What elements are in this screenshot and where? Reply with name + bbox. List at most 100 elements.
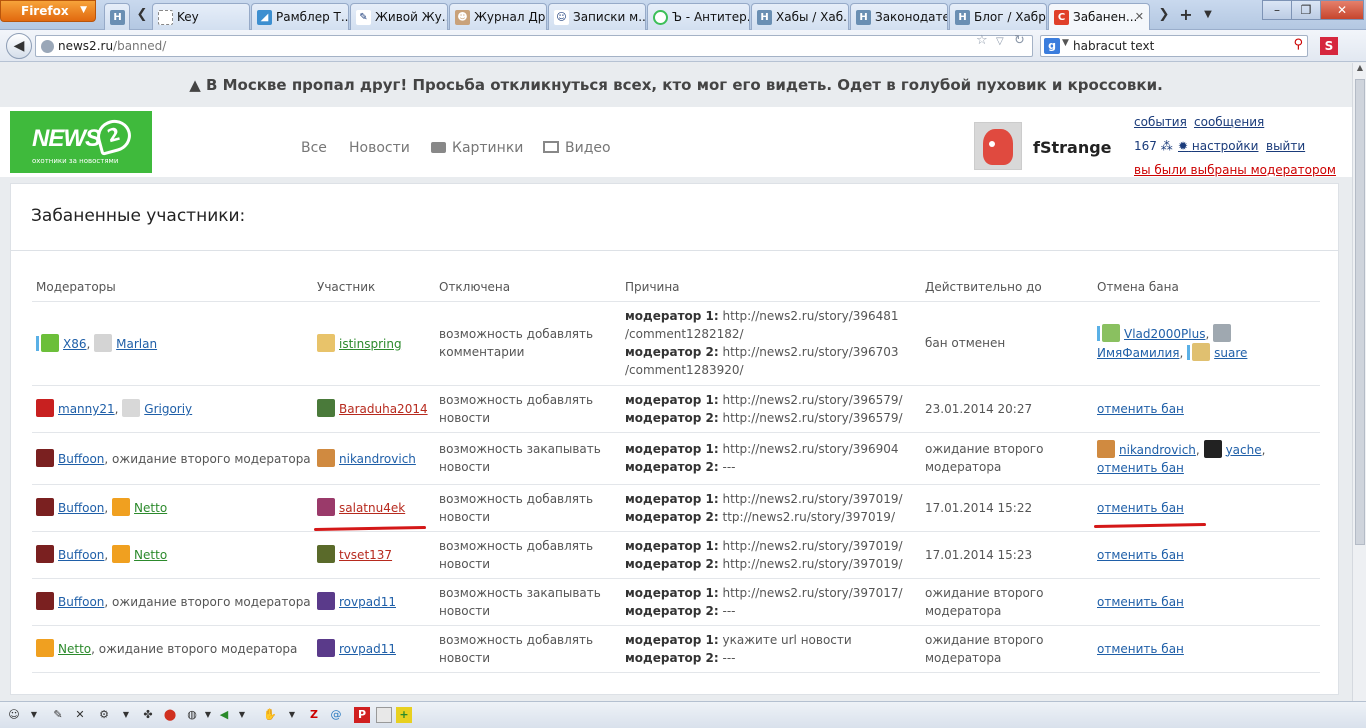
volume-icon[interactable]: ◀ — [216, 707, 232, 723]
smiley-icon[interactable]: ☺ — [6, 707, 22, 723]
reason-url: /comment1283920/ — [625, 363, 744, 377]
close-window-button[interactable]: ✕ — [1320, 0, 1364, 20]
user-link[interactable]: Baraduha2014 — [339, 402, 428, 416]
moderators-cell: Buffoon, ожидание второго модератора — [32, 578, 313, 626]
unban-button[interactable]: отменить бан — [1097, 548, 1184, 562]
google-icon[interactable]: g — [1044, 38, 1060, 54]
extension-s-icon[interactable]: S — [1320, 37, 1338, 55]
tab-scroll-left-button[interactable]: ❮ — [131, 4, 153, 26]
tab-habr-law[interactable]: H Законодате... — [850, 3, 948, 30]
messages-link[interactable]: сообщения — [1194, 115, 1264, 129]
moderator-link[interactable]: Netto — [134, 548, 167, 562]
site-logo[interactable]: NEWS 2 охотники за новостями — [10, 111, 152, 173]
tab-key[interactable]: Key — [152, 3, 250, 30]
tab-habr-hubs[interactable]: H Хабы / Хаб... — [751, 3, 849, 30]
logout-link[interactable]: выйти — [1266, 139, 1305, 153]
tab-habr-blog[interactable]: H Блог / Хабр... — [949, 3, 1047, 30]
chevron-down-icon[interactable]: ▼ — [234, 707, 250, 723]
tab-livejournal[interactable]: ✎ Живой Жу... — [350, 3, 448, 30]
tab-habr-pinned[interactable]: H — [104, 3, 130, 30]
close-icon[interactable]: ✕ — [72, 707, 88, 723]
chevron-down-icon[interactable]: ▼ — [284, 707, 300, 723]
user-link[interactable]: tvset137 — [339, 548, 392, 562]
moderator-link[interactable]: Buffoon — [58, 452, 104, 466]
scrollbar-thumb[interactable] — [1355, 79, 1365, 545]
tab-rambler[interactable]: ◢ Рамблер Т... — [251, 3, 349, 30]
url-bar[interactable]: news2.ru/banned/ — [35, 35, 1033, 57]
settings-link[interactable]: ✹ настройки — [1178, 139, 1258, 153]
bookmark-star-icon[interactable]: ☆ — [976, 33, 988, 48]
reload-icon[interactable]: ↻ — [1014, 33, 1025, 48]
moderator-link[interactable]: X86 — [63, 337, 87, 351]
nav-pictures[interactable]: Картинки — [431, 140, 523, 156]
nav-news[interactable]: Новости — [349, 140, 410, 156]
unban-button[interactable]: отменить бан — [1097, 501, 1184, 515]
new-tab-button[interactable]: + — [1175, 4, 1197, 26]
puzzle-icon[interactable]: ✤ — [140, 707, 156, 723]
pdf-icon[interactable]: P — [354, 707, 370, 723]
moderators-suffix: ожидание второго модератора — [112, 451, 311, 466]
user-link[interactable]: istinspring — [339, 337, 402, 351]
unban-moderator-link[interactable]: nikandrovich — [1119, 443, 1196, 457]
user-link[interactable]: rovpad11 — [339, 642, 396, 656]
moderator-link[interactable]: Grigoriy — [144, 402, 192, 416]
user-link[interactable]: salatnu4ek — [339, 501, 405, 515]
hand-icon[interactable]: ✋ — [262, 707, 278, 723]
unban-button[interactable]: отменить бан — [1097, 402, 1184, 416]
chevron-down-icon[interactable]: ▼ — [26, 707, 42, 723]
chevron-down-icon[interactable]: ▼ — [200, 707, 216, 723]
moderator-link[interactable]: manny21 — [58, 402, 115, 416]
maximize-button[interactable]: ❐ — [1291, 0, 1321, 20]
events-link[interactable]: события — [1134, 115, 1187, 129]
unban-moderator-link[interactable]: yache — [1226, 443, 1262, 457]
moderator-link[interactable]: Buffoon — [58, 595, 104, 609]
search-icon[interactable]: ⚲ — [1293, 37, 1303, 52]
firefox-menu-button[interactable]: Firefox ▼ — [0, 0, 96, 22]
globe-icon[interactable]: ◍ — [184, 707, 200, 723]
moderator-link[interactable]: Netto — [58, 642, 91, 656]
back-button[interactable]: ◀ — [6, 33, 32, 59]
notes-icon[interactable] — [376, 707, 392, 723]
unban-button[interactable]: отменить бан — [1097, 642, 1184, 656]
pencil-icon[interactable]: ✎ — [50, 707, 66, 723]
unban-button[interactable]: отменить бан — [1097, 461, 1184, 475]
nav-video[interactable]: Видео — [543, 140, 611, 156]
history-dropdown-icon[interactable]: ▽ — [996, 36, 1004, 47]
avatar-icon — [317, 333, 335, 352]
user-avatar[interactable] — [974, 122, 1022, 170]
moderator-link[interactable]: Marlan — [116, 337, 157, 351]
nav-all[interactable]: Все — [301, 140, 327, 156]
tab-kommersant[interactable]: Ъ - Антитер... — [647, 3, 750, 30]
user-name[interactable]: fStrange — [1033, 138, 1112, 157]
list-tabs-button[interactable]: ▼ — [1197, 4, 1219, 26]
unban-moderator-link[interactable]: suare — [1214, 346, 1247, 360]
tab-journal-dr[interactable]: ☻ Журнал Др... — [449, 3, 547, 30]
zotero-icon[interactable]: Z — [306, 707, 322, 723]
tab-zapiski[interactable]: ☺ Записки м... — [548, 3, 646, 30]
tab-scroll-right-button[interactable]: ❯ — [1153, 4, 1175, 26]
user-link[interactable]: rovpad11 — [339, 595, 396, 609]
gear-icon[interactable]: ⚙ — [96, 707, 112, 723]
announcement-text: В Москве пропал друг! Просьба откликнуть… — [205, 76, 1163, 94]
stop-icon[interactable]: ⬤ — [162, 707, 178, 723]
moderator-link[interactable]: Buffoon — [58, 548, 104, 562]
search-bar[interactable]: g ▼ habracut text ⚲ — [1040, 35, 1308, 57]
search-input[interactable]: habracut text — [1073, 39, 1154, 53]
page-scrollbar[interactable]: ▲ — [1352, 63, 1366, 701]
at-icon[interactable]: @ — [328, 707, 344, 723]
user-link[interactable]: nikandrovich — [339, 452, 416, 466]
minimize-button[interactable]: – — [1262, 0, 1292, 20]
moderator-link[interactable]: Netto — [134, 501, 167, 515]
unban-moderator-link[interactable]: ИмяФамилия — [1097, 346, 1179, 360]
moderator-notice-link[interactable]: вы были выбраны модератором — [1134, 163, 1336, 177]
logo-word: NEWS — [32, 125, 101, 152]
plus-icon[interactable]: + — [396, 707, 412, 723]
tab-news2-banned[interactable]: C Забанен... ✕ — [1048, 3, 1150, 30]
close-tab-icon[interactable]: ✕ — [1135, 10, 1144, 23]
karma-counter[interactable]: 167 ⁂ — [1134, 139, 1173, 153]
scroll-up-icon[interactable]: ▲ — [1353, 63, 1366, 77]
unban-moderator-link[interactable]: Vlad2000Plus — [1124, 327, 1205, 341]
unban-button[interactable]: отменить бан — [1097, 595, 1184, 609]
moderator-link[interactable]: Buffoon — [58, 501, 104, 515]
chevron-down-icon[interactable]: ▼ — [118, 707, 134, 723]
